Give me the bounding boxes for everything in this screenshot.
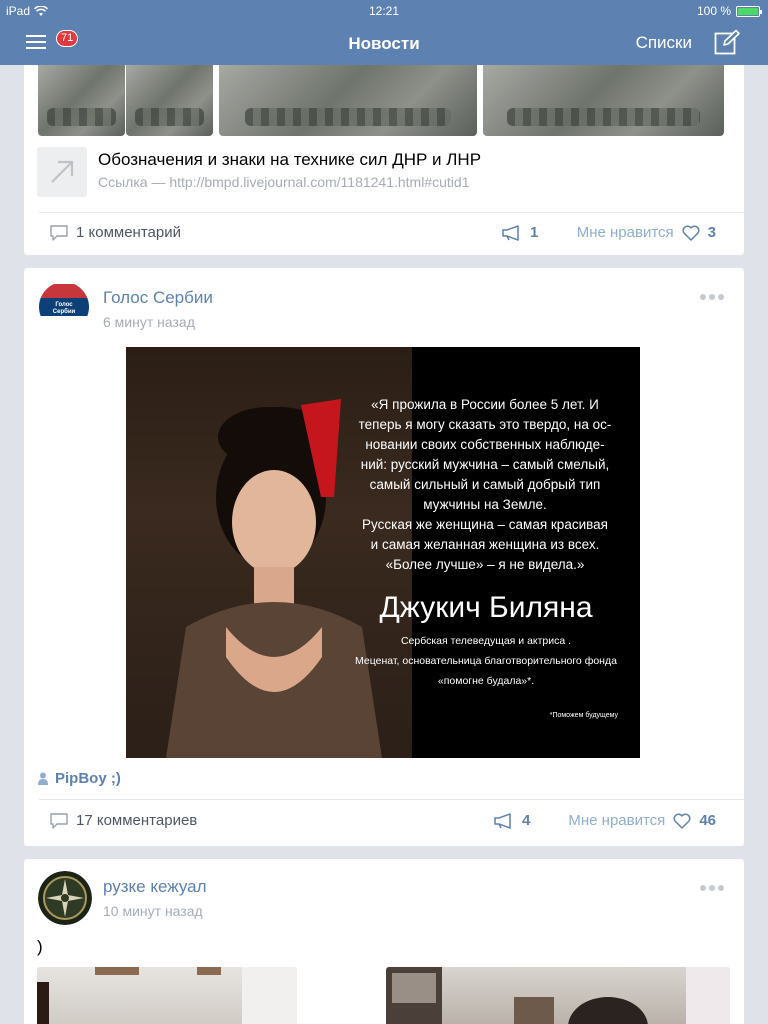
role-line: «помогне будала»*.	[437, 675, 535, 687]
quote-text: «Я прожила в России более 5 лет. И тепер…	[350, 395, 620, 575]
reposter-name: PipBoy ;)	[55, 770, 121, 787]
image-footnote: *Поможем будущему	[549, 712, 618, 719]
comments-button[interactable]: 1 комментарий	[50, 224, 181, 241]
like-label: Мне нравится	[576, 224, 674, 241]
likes-count: 46	[699, 812, 716, 829]
post-photo[interactable]	[38, 65, 125, 136]
link-title: Обозначения и знаки на технике сил ДНР и…	[98, 150, 482, 169]
link-url: Ссылка — http://bmpd.livejournal.com/118…	[98, 174, 470, 190]
post-photos	[38, 65, 724, 136]
user-icon	[38, 772, 48, 785]
more-options-icon[interactable]	[700, 294, 724, 302]
lists-button[interactable]: Списки	[636, 33, 692, 53]
serbian-flag-avatar: Голос Сербии	[39, 282, 89, 332]
shares-count: 4	[522, 812, 531, 829]
avatar[interactable]	[38, 871, 92, 925]
post-card-1: Обозначения и знаки на технике сил ДНР и…	[24, 65, 744, 255]
like-button[interactable]: Мне нравится 46	[568, 812, 716, 829]
share-button[interactable]: 4	[494, 812, 530, 829]
avatar[interactable]: Голос Сербии	[39, 282, 89, 332]
comments-count: 17 комментариев	[76, 812, 198, 829]
quote-author-role: Сербская телеведущая и актриса . Меценат…	[351, 631, 621, 691]
quote-line: Русская же женщина – самая красивая	[362, 517, 608, 532]
role-line: Меценат, основательница благотворительно…	[355, 655, 617, 667]
post-photo[interactable]	[483, 65, 724, 136]
reposter-link[interactable]: PipBoy ;)	[37, 770, 121, 787]
quote-line: теперь я могу сказать это твердо, на ос-	[358, 417, 612, 432]
heart-icon	[673, 813, 691, 829]
quote-line: и самая желанная женщина из всех.	[370, 537, 600, 552]
comment-icon	[50, 812, 68, 829]
quote-line: ний: русский мужчина – самый смелый,	[360, 457, 610, 472]
post-photo[interactable]	[219, 65, 477, 136]
status-time: 12:21	[368, 4, 400, 18]
compass-emblem-avatar	[38, 871, 92, 925]
comments-count: 1 комментарий	[76, 224, 181, 241]
quote-line: «Я прожила в России более 5 лет. И	[371, 397, 599, 412]
like-label: Мне нравится	[568, 812, 666, 829]
post-photo[interactable]	[126, 65, 213, 136]
quote-line: «Более лучше» – я не видела.»	[385, 557, 585, 572]
like-button[interactable]: Мне нравится 3	[577, 224, 716, 241]
link-attachment[interactable]: Обозначения и знаки на технике сил ДНР и…	[37, 146, 727, 198]
battery-icon	[736, 5, 762, 17]
top-bar: iPad 12:21 100 % 71 Новости Списки	[0, 0, 768, 65]
share-button[interactable]: 1	[502, 224, 538, 241]
quote-author-name: Джукич Биляна	[379, 591, 593, 624]
author-name[interactable]: рузке кежуал	[103, 877, 207, 897]
link-icon	[37, 147, 87, 197]
comment-icon	[50, 224, 68, 241]
divider	[39, 799, 744, 800]
divider	[39, 212, 744, 213]
post-card-2: Голос Сербии Голос Сербии 6 минут назад …	[24, 268, 744, 846]
photo-content	[37, 967, 297, 1024]
battery-fill	[738, 7, 758, 15]
megaphone-icon	[494, 812, 511, 829]
author-name[interactable]: Голос Сербии	[103, 288, 213, 308]
post-photo[interactable]	[386, 967, 730, 1024]
post-footer: 17 комментариев 4 Мне нравится 46	[24, 802, 744, 842]
likes-count: 3	[707, 224, 716, 241]
quote-line: самый сильный и самый добрый тип	[369, 477, 601, 492]
compose-icon[interactable]	[714, 29, 740, 55]
svg-text:Голос: Голос	[55, 302, 73, 308]
battery-percent: 100 %	[696, 4, 731, 18]
post-photo[interactable]	[37, 967, 297, 1024]
nav-bar: 71 Новости Списки	[0, 22, 768, 65]
post-time: 10 минут назад	[103, 903, 203, 919]
role-line: Сербская телеведущая и актриса .	[400, 635, 572, 647]
post-card-3: рузке кежуал 10 минут назад )	[24, 859, 744, 1024]
post-text: )	[37, 937, 43, 956]
comments-button[interactable]: 17 комментариев	[50, 812, 197, 829]
post-header: рузке кежуал 10 минут назад	[38, 871, 729, 925]
status-bar: iPad 12:21 100 %	[0, 0, 768, 22]
megaphone-icon	[502, 224, 519, 241]
quote-line: мужчины на Земле.	[423, 497, 547, 512]
more-options-icon[interactable]	[700, 885, 724, 893]
post-image[interactable]: «Я прожила в России более 5 лет. И тепер…	[126, 347, 640, 758]
quote-line: новании своих собственных наблюде-	[365, 437, 605, 452]
heart-icon	[682, 225, 700, 241]
post-footer: 1 комментарий 1 Мне нравится 3	[24, 214, 744, 254]
post-time: 6 минут назад	[103, 314, 195, 330]
svg-text:Сербии: Сербии	[53, 308, 76, 315]
post-header: Голос Сербии Голос Сербии 6 минут назад	[39, 282, 729, 332]
status-right: 100 %	[696, 4, 762, 18]
photo-content	[386, 967, 730, 1024]
arrow-up-right-icon	[51, 160, 74, 183]
shares-count: 1	[530, 224, 539, 241]
